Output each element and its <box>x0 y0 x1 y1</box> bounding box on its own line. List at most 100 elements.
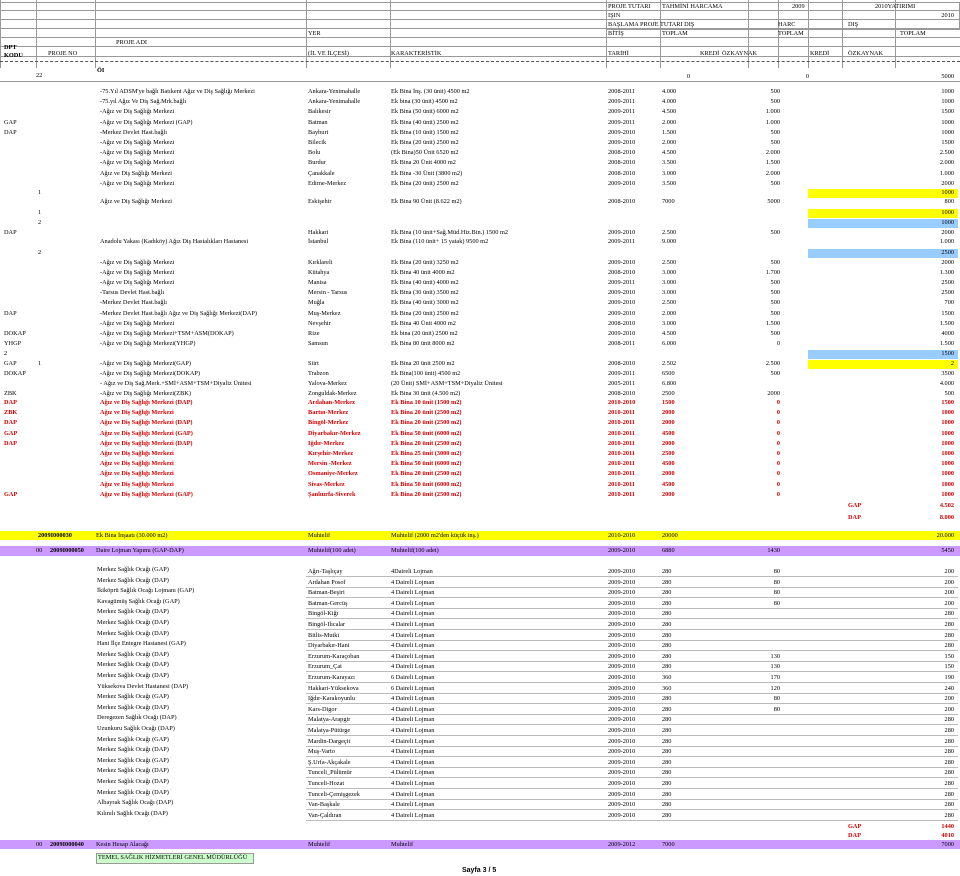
row-date: 2008-2010 <box>608 198 636 205</box>
band1-amount: 20000 <box>662 532 678 539</box>
top-row-line <box>0 81 960 82</box>
lojman-location: Bingöl-Kiğı <box>308 610 339 618</box>
row-project-amount: 4500 <box>662 429 675 437</box>
row-total: 1.000 <box>939 169 954 177</box>
band1-location: Muhtelif <box>308 532 331 539</box>
lojman-total: 200 <box>944 705 954 713</box>
lojman-total: 280 <box>944 790 954 798</box>
row-project-name: Ağız ve Diş Sağlığı Merkezi <box>100 480 174 488</box>
lojman-characteristic: 4 Daireli Lojman <box>391 790 435 798</box>
row-project-amount: 4.500 <box>662 149 677 157</box>
lojman-total: 280 <box>944 642 954 650</box>
band2-characteristic: Muhtelif(100 adet) <box>391 547 439 554</box>
row-characteristic: Ek Bina (10 ünit+Sağ.Müd.Hiz.Bin.) 1500 … <box>391 229 509 236</box>
lojman-amount: 280 <box>662 610 672 618</box>
lojman-name: Merkez Sağlık Ocağı (DAP) <box>97 608 169 616</box>
row-project-amount: 1.500 <box>662 128 677 136</box>
lojman-amount: 280 <box>662 748 672 756</box>
band1-characteristic: Muhtelif (2000 m2'den küçük inş.) <box>391 532 479 539</box>
top-row-value-1: 0 <box>686 73 690 80</box>
row-project-amount: 2000 <box>662 470 675 478</box>
lojman-characteristic: 4 Daireli Lojman <box>391 727 435 734</box>
row-credit: 1.500 <box>765 319 780 327</box>
lojman-total: 150 <box>944 652 954 660</box>
row-project-name: -Ağız ve Diş Sağlığı Merkezi(GAP) <box>100 360 191 367</box>
row-characteristic: Ek Bina (10 ünit) 1500 m2 <box>391 128 459 136</box>
row-location: Bayburt <box>308 128 329 136</box>
lojman-underline <box>306 692 958 694</box>
lojman-credit: 80 <box>773 695 780 703</box>
row-date: 2009-2011 <box>608 108 636 116</box>
row-credit: 500 <box>770 98 780 106</box>
row-credit: 2.000 <box>765 149 780 157</box>
row-project-amount: 2.500 <box>662 229 677 236</box>
row-total: 1500 <box>941 309 954 317</box>
lojman-underline <box>306 777 958 779</box>
header-toplam-2: TOPLAM <box>778 30 804 37</box>
row-date: 2010-2011 <box>608 480 635 488</box>
lojman-date: 2009-2010 <box>608 642 636 650</box>
header-isin: IŞIN <box>608 12 621 19</box>
row-region-code: DOKAP <box>4 370 26 378</box>
lojman-total: 280 <box>944 610 954 618</box>
row-characteristic: Ek Bina 20 ünit (2500 m2) <box>391 470 462 478</box>
row-project-name: - Ağız ve Diş Sağ.Merk.+SMİ+ASM+TSM+Diya… <box>100 380 252 388</box>
row-date: 2009-2010 <box>608 128 636 136</box>
lojman-amount: 280 <box>662 568 672 575</box>
highlight-band <box>808 360 958 369</box>
row-characteristic: Ek Bina İnş. (30 ünit) 4500 m2 <box>391 88 470 95</box>
lojman-underline <box>306 724 958 726</box>
lojman-name: Uzunkuru Sağlık Ocağı (DAP) <box>97 725 175 732</box>
band2-date: 2009-2010 <box>608 547 636 554</box>
lojman-total: 280 <box>944 748 954 756</box>
lojman-location: Batman-Gercüş <box>308 599 348 607</box>
row-total: 2.000 <box>939 159 954 167</box>
row-characteristic: Ek Bina (110 ünit+ 15 yatak) 9500 m2 <box>391 238 489 245</box>
row-total: 1000 <box>941 450 954 457</box>
row-project-amount: 2000 <box>662 419 675 427</box>
header-toplam: TOPLAM <box>662 30 688 37</box>
lojman-location: Erzurum_Çat <box>308 663 342 671</box>
lojman-credit: 80 <box>773 599 780 607</box>
lojman-total: 200 <box>944 695 954 703</box>
row-characteristic: Ek Bina(100 ünit) 4500 m2 <box>391 370 461 378</box>
row-location: Mersin - Tarsus <box>308 289 348 297</box>
row-date: 2008-2010 <box>608 159 636 167</box>
lojman-date: 2009-2010 <box>608 705 636 713</box>
row-project-name: Ağız ve Diş Sağlığı Merkezi (GAP) <box>100 429 193 437</box>
summary-value: 8.000 <box>939 514 954 521</box>
band3-characteristic: Muhtelif <box>391 841 414 848</box>
row-credit: 500 <box>770 88 780 95</box>
lojman-total: 280 <box>944 737 954 745</box>
row-location: Mersin -Merkez <box>308 460 352 468</box>
row-project-name: -Ağız ve Diş Sağlığı Merkezi <box>100 319 175 327</box>
header-dash-line <box>0 61 960 65</box>
row-project-name: -75.Yıl ADSM'ye bağlı Batıkent Ağız ve D… <box>100 88 255 95</box>
row-project-name: -Ağız ve Diş Sağlığı Merkezi <box>100 159 175 167</box>
row-project-name: Ağız ve Diş Sağlığı Merkezi (GAP) <box>100 490 193 498</box>
row-project-name: Ağız ve Diş Sağlığı Merkezi <box>100 450 174 457</box>
lojman-location: Tunceli-Hozat <box>308 780 345 787</box>
row-location: Trabzon <box>308 370 329 378</box>
lojman-characteristic: 4 Daireli Lojman <box>391 652 435 660</box>
row-characteristic: Ek Bina (50 ünit) 6000 m2 <box>391 108 459 116</box>
row-characteristic: (20 Ünit) SMİ+ASM+TSM+Diyaliz Ünitesi <box>391 380 503 388</box>
lojman-location: Batman-Beşiri <box>308 589 345 597</box>
lojman-underline <box>306 671 958 673</box>
lojman-location: Iğdır-Karakoyunlu <box>308 695 356 703</box>
lojman-total: 200 <box>944 599 954 607</box>
row-region-code: DAP <box>4 439 17 447</box>
row-date: 2009-2010 <box>608 309 636 317</box>
row-date: 2010-2011 <box>608 470 635 478</box>
row-location: İstanbul <box>308 238 329 245</box>
lojman-name: Merkez Sağlık Ocağı (DAP) <box>97 629 169 637</box>
highlight-band <box>808 249 958 258</box>
lojman-credit: 170 <box>770 674 780 681</box>
row-characteristic: Ek Bina 50 ünit (6000 m2) <box>391 429 462 437</box>
row-credit: 500 <box>770 128 780 136</box>
lojman-name: Merkez Sağlık Ocağı (DAP) <box>97 788 169 796</box>
row-project-amount: 3.500 <box>662 179 677 187</box>
lojman-location: Erzurum-Karayazı <box>308 674 355 681</box>
row-project-amount: 6.800 <box>662 380 677 388</box>
row-location: Nevşehir <box>308 319 331 327</box>
